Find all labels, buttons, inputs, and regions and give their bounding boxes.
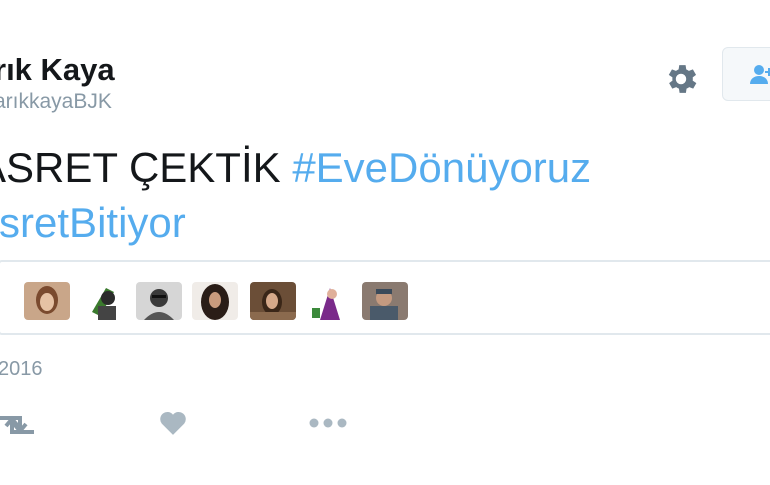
hashtag-link-evedonuyoruz[interactable]: #EveDönüyoruz xyxy=(292,144,591,191)
avatar[interactable] xyxy=(250,282,296,320)
avatar[interactable] xyxy=(362,282,408,320)
author-name[interactable]: rık Kaya xyxy=(0,52,115,88)
tweet-timestamp[interactable]: 2016 xyxy=(0,358,43,381)
tweet-text: ASRET ÇEKTİK #EveDönüyoruz #HasretBitiyo… xyxy=(0,140,591,250)
user-follow-icon xyxy=(750,65,770,84)
likers-strip xyxy=(0,260,770,335)
hashtag-link-hasretbitiyor[interactable]: #HasretBitiyor xyxy=(0,199,186,246)
more-dots-icon[interactable] xyxy=(308,416,348,435)
tweet-text-plain: ASRET ÇEKTİK xyxy=(0,144,293,191)
heart-icon[interactable] xyxy=(158,410,188,441)
retweet-icon[interactable] xyxy=(0,410,40,445)
author-handle[interactable]: arıkkayaBJK xyxy=(0,90,112,114)
follow-button[interactable] xyxy=(722,47,770,101)
avatar[interactable] xyxy=(24,282,70,320)
tweet-card: rık Kaya arıkkayaBJK ASRET ÇEKTİK #EveDö… xyxy=(0,0,770,485)
avatar[interactable] xyxy=(84,282,130,320)
avatar[interactable] xyxy=(136,282,182,320)
avatar[interactable] xyxy=(306,282,352,320)
gear-icon[interactable] xyxy=(662,60,700,98)
avatar[interactable] xyxy=(192,282,238,320)
